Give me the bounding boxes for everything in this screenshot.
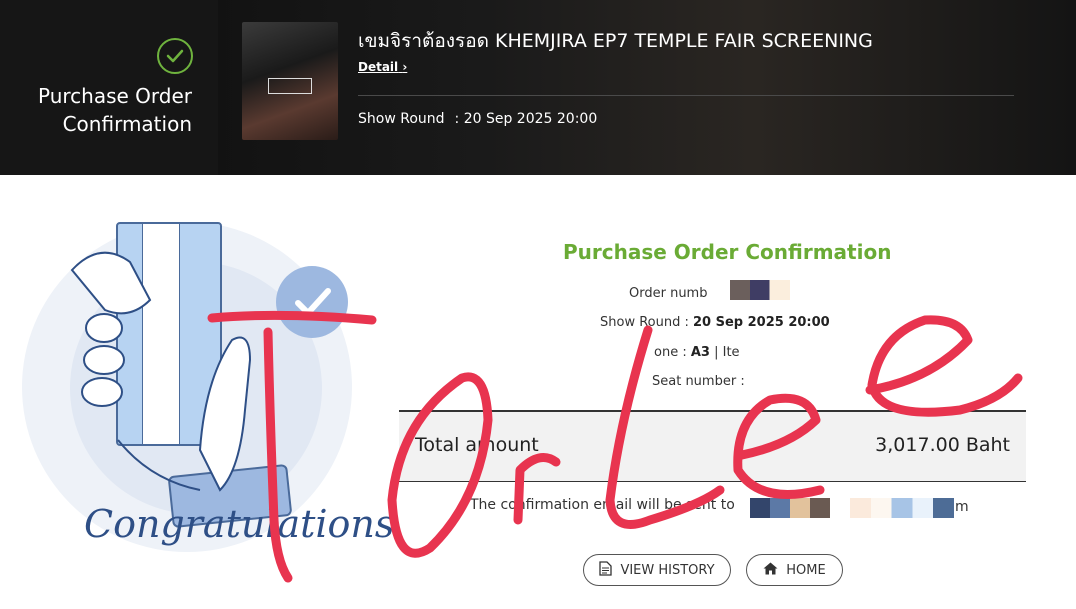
success-check-icon [157, 38, 193, 74]
event-title: เขมจิราต้องรอด KHEMJIRA EP7 TEMPLE FAIR … [358, 30, 873, 52]
header-status-panel: Purchase Order Confirmation [0, 0, 218, 175]
view-history-label: VIEW HISTORY [620, 562, 715, 578]
header-show-round: Show Round : 20 Sep 2025 20:00 [358, 111, 597, 127]
page: Purchase Order Confirmation เขมจิราต้องร… [0, 0, 1076, 609]
view-history-button[interactable]: VIEW HISTORY [583, 554, 731, 586]
home-icon [763, 562, 778, 579]
email-notice-text: The confirmation email will be sent to [470, 497, 735, 513]
show-round-value: : 20 Sep 2025 20:00 [454, 111, 598, 127]
header-divider [358, 95, 1014, 96]
chevron-right-icon: › [402, 60, 408, 74]
congratulations-caption: Congratulations [84, 502, 395, 546]
show-round-row: Show Round : 20 Sep 2025 20:00 [600, 315, 830, 330]
total-value: 3,017.00 Baht [875, 434, 1010, 456]
detail-link-label: Detail [358, 60, 399, 74]
confirmation-title: Purchase Order Confirmation [563, 240, 892, 264]
zone-value: A3 [690, 345, 710, 360]
header-page-title: Purchase Order Confirmation [37, 84, 192, 136]
detail-link[interactable]: Detail › [358, 60, 407, 74]
show-round-label: Show Round [358, 111, 445, 127]
ticket-card-illustration [116, 222, 222, 446]
check-badge-icon [276, 266, 348, 338]
order-number-row: Order numb [629, 286, 707, 301]
event-poster-image [242, 22, 338, 140]
ticket-card-stripe [142, 224, 180, 444]
header-banner: Purchase Order Confirmation เขมจิราต้องร… [0, 0, 1076, 175]
seat-label: Seat number : [652, 374, 745, 389]
email-tail: m [955, 499, 969, 515]
total-amount-box: Total amount 3,017.00 Baht [399, 410, 1026, 482]
total-label: Total amount [415, 434, 539, 456]
poster-logo [268, 78, 312, 94]
document-icon [599, 560, 613, 580]
home-button[interactable]: HOME [746, 554, 843, 586]
home-label: HOME [786, 562, 826, 578]
zone-extra: | Ite [714, 345, 740, 360]
email-redacted-1 [750, 498, 830, 518]
order-number-label: Order numb [629, 286, 708, 301]
zone-row: one : A3 | Ite [654, 345, 740, 360]
email-notice: The confirmation email will be sent to [470, 497, 735, 513]
zone-label: one : [654, 345, 687, 360]
email-redacted-2 [850, 498, 954, 518]
confirmation-show-round-label: Show Round : [600, 315, 689, 330]
order-number-redacted [730, 280, 790, 300]
seat-row: Seat number : [652, 374, 745, 389]
handwriting-letter-e2 [865, 315, 1023, 417]
confirmation-show-round-value: 20 Sep 2025 20:00 [693, 315, 830, 330]
